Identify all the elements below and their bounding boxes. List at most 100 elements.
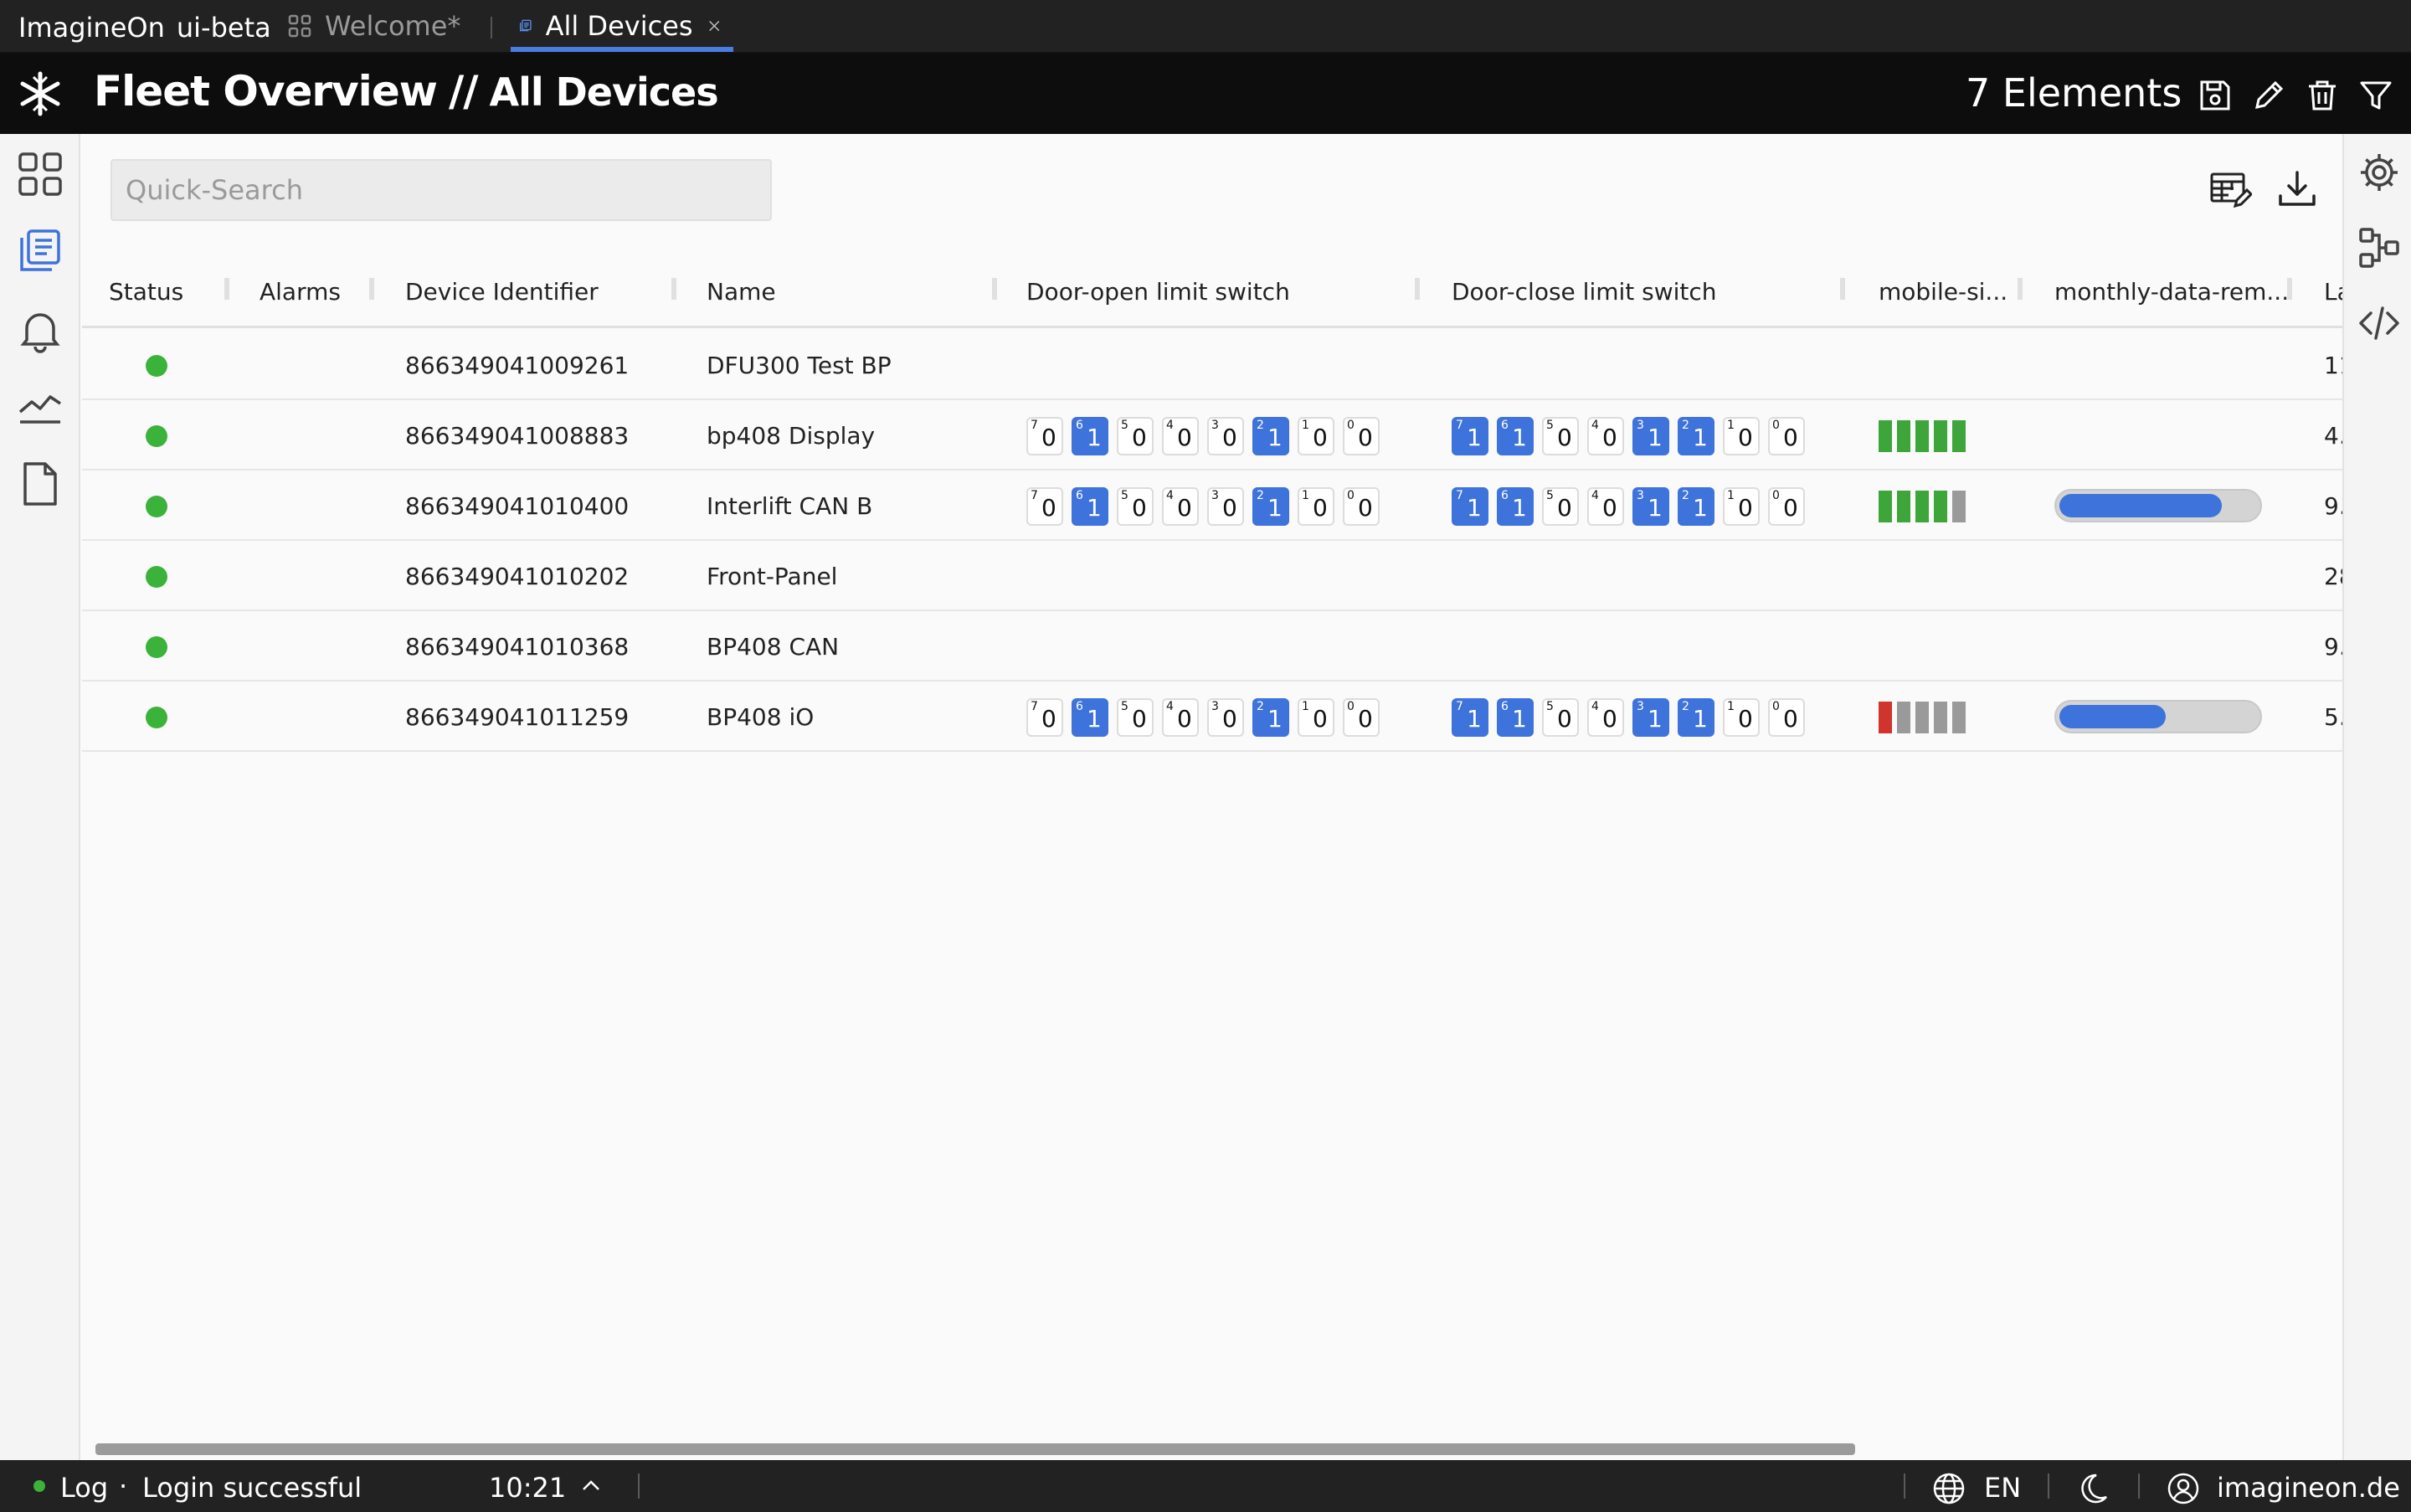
workflow-icon[interactable] <box>2357 226 2401 270</box>
chevron-up-icon[interactable] <box>581 1477 601 1494</box>
bit-index: 7 <box>1456 419 1463 432</box>
filter-icon[interactable] <box>2357 77 2394 114</box>
bit-value: 1 <box>1693 494 1708 522</box>
bit-indicator: 00 <box>1768 417 1805 455</box>
save-icon[interactable] <box>2197 77 2234 114</box>
column-header-monthly-data[interactable]: monthly-data-rem... <box>2054 278 2289 306</box>
bit-value: 0 <box>1783 494 1798 522</box>
bit-value: 0 <box>1132 424 1147 451</box>
data-remaining-fill <box>2059 494 2222 517</box>
close-icon[interactable] <box>708 15 720 37</box>
app-brand: ImagineOn ui-beta <box>18 12 271 44</box>
bit-indicator: 31 <box>1632 487 1669 526</box>
download-icon[interactable] <box>2275 167 2319 211</box>
bit-value: 0 <box>1557 424 1572 451</box>
bit-index: 3 <box>1211 419 1219 432</box>
bit-indicator: 40 <box>1162 698 1199 737</box>
bit-indicator: 50 <box>1117 417 1154 455</box>
edit-icon[interactable] <box>2250 77 2287 114</box>
settings-icon[interactable] <box>2357 151 2401 194</box>
delete-icon[interactable] <box>2304 77 2341 114</box>
status-indicator <box>146 566 167 588</box>
bit-indicator: 61 <box>1497 698 1534 737</box>
column-resize-handle[interactable] <box>2018 278 2023 300</box>
column-resize-handle[interactable] <box>224 278 229 300</box>
log-label[interactable]: Log <box>60 1472 108 1504</box>
bit-indicator: 30 <box>1207 487 1244 526</box>
bit-index: 2 <box>1682 700 1689 713</box>
bit-index: 5 <box>1546 419 1554 432</box>
data-remaining-bar <box>2054 489 2262 522</box>
column-header-alarms[interactable]: Alarms <box>260 278 341 306</box>
user-icon[interactable] <box>2167 1472 2200 1505</box>
tab-welcome[interactable]: Welcome* <box>288 0 460 52</box>
device-identifier-cell: 866349041011259 <box>405 703 630 731</box>
mobile-signal-indicator <box>1879 702 1971 733</box>
charts-icon[interactable] <box>17 383 64 430</box>
column-resize-handle[interactable] <box>369 278 374 300</box>
signal-bar <box>1897 491 1910 522</box>
column-header-door-close[interactable]: Door-close limit switch <box>1452 278 1717 306</box>
bit-index: 5 <box>1546 700 1554 713</box>
bit-indicator: 00 <box>1343 698 1380 737</box>
globe-icon[interactable] <box>1932 1472 1966 1505</box>
column-resize-handle[interactable] <box>1840 278 1845 300</box>
signal-bar <box>1915 491 1929 522</box>
column-header-device-identifier[interactable]: Device Identifier <box>405 278 599 306</box>
bit-indicator: 21 <box>1678 487 1714 526</box>
column-resize-handle[interactable] <box>992 278 997 300</box>
statusbar-divider <box>2048 1473 2049 1499</box>
language-selector[interactable]: EN <box>1984 1472 2021 1504</box>
bit-value: 0 <box>1313 494 1328 522</box>
bit-value: 0 <box>1132 705 1147 733</box>
bit-index: 7 <box>1031 419 1038 432</box>
column-resize-handle[interactable] <box>671 278 676 300</box>
bit-indicator: 21 <box>1252 417 1289 455</box>
table-row[interactable]: 866349041010400Interlift CAN B9.70615040… <box>82 471 2342 541</box>
table-edit-icon[interactable] <box>2208 167 2252 211</box>
dashboard-icon[interactable] <box>17 151 64 198</box>
device-identifier-cell: 866349041010400 <box>405 492 630 520</box>
signal-bar <box>1952 702 1966 733</box>
column-header-last[interactable]: La <box>2324 278 2342 306</box>
device-identifier-cell: 866349041009261 <box>405 352 630 379</box>
tab-all-devices[interactable]: All Devices <box>511 0 733 52</box>
left-nav-rail <box>0 134 80 1460</box>
bit-index: 0 <box>1347 700 1355 713</box>
mobile-signal-indicator <box>1879 420 1971 452</box>
table-row[interactable]: 866349041011259BP408 iO5.706150403021100… <box>82 681 2342 752</box>
user-account[interactable]: imagineon.de <box>2217 1472 2400 1504</box>
dark-mode-icon[interactable] <box>2076 1472 2110 1505</box>
column-resize-handle[interactable] <box>1415 278 1420 300</box>
bit-indicator: 61 <box>1072 698 1108 737</box>
document-icon[interactable] <box>17 460 64 507</box>
bit-value: 0 <box>1602 424 1617 451</box>
bit-value: 1 <box>1693 424 1708 451</box>
column-header-status[interactable]: Status <box>109 278 183 306</box>
column-header-name[interactable]: Name <box>707 278 776 306</box>
table-row[interactable]: 866349041008883bp408 Display4.7061504030… <box>82 400 2342 471</box>
bit-value: 1 <box>1267 494 1283 522</box>
table-row[interactable]: 866349041010202 Front-Panel 28 <box>82 541 2342 611</box>
devices-icon[interactable] <box>17 228 64 275</box>
quick-search-input[interactable] <box>111 159 772 221</box>
log-message: Login successful <box>142 1472 362 1504</box>
bit-value: 0 <box>1602 705 1617 733</box>
bit-index: 4 <box>1591 489 1599 502</box>
column-header-mobile-signal[interactable]: mobile-si... <box>1879 278 2007 306</box>
alarms-icon[interactable] <box>17 306 64 353</box>
column-resize-handle[interactable] <box>2287 278 2292 300</box>
bit-value: 1 <box>1512 705 1527 733</box>
bit-value: 1 <box>1087 494 1102 522</box>
horizontal-scrollbar[interactable] <box>95 1443 1855 1455</box>
table-row[interactable]: 866349041010368 BP408 CAN 9. <box>82 611 2342 681</box>
statusbar-divider <box>638 1473 640 1499</box>
bit-indicator: 50 <box>1542 417 1579 455</box>
column-header-door-open[interactable]: Door-open limit switch <box>1026 278 1290 306</box>
code-icon[interactable] <box>2357 301 2401 345</box>
bit-index: 0 <box>1347 419 1355 432</box>
table-row[interactable]: 866349041009261 DFU300 Test BP 11. <box>82 330 2342 400</box>
bit-index: 4 <box>1166 419 1174 432</box>
bit-indicator: 50 <box>1542 698 1579 737</box>
bit-indicator: 61 <box>1072 417 1108 455</box>
